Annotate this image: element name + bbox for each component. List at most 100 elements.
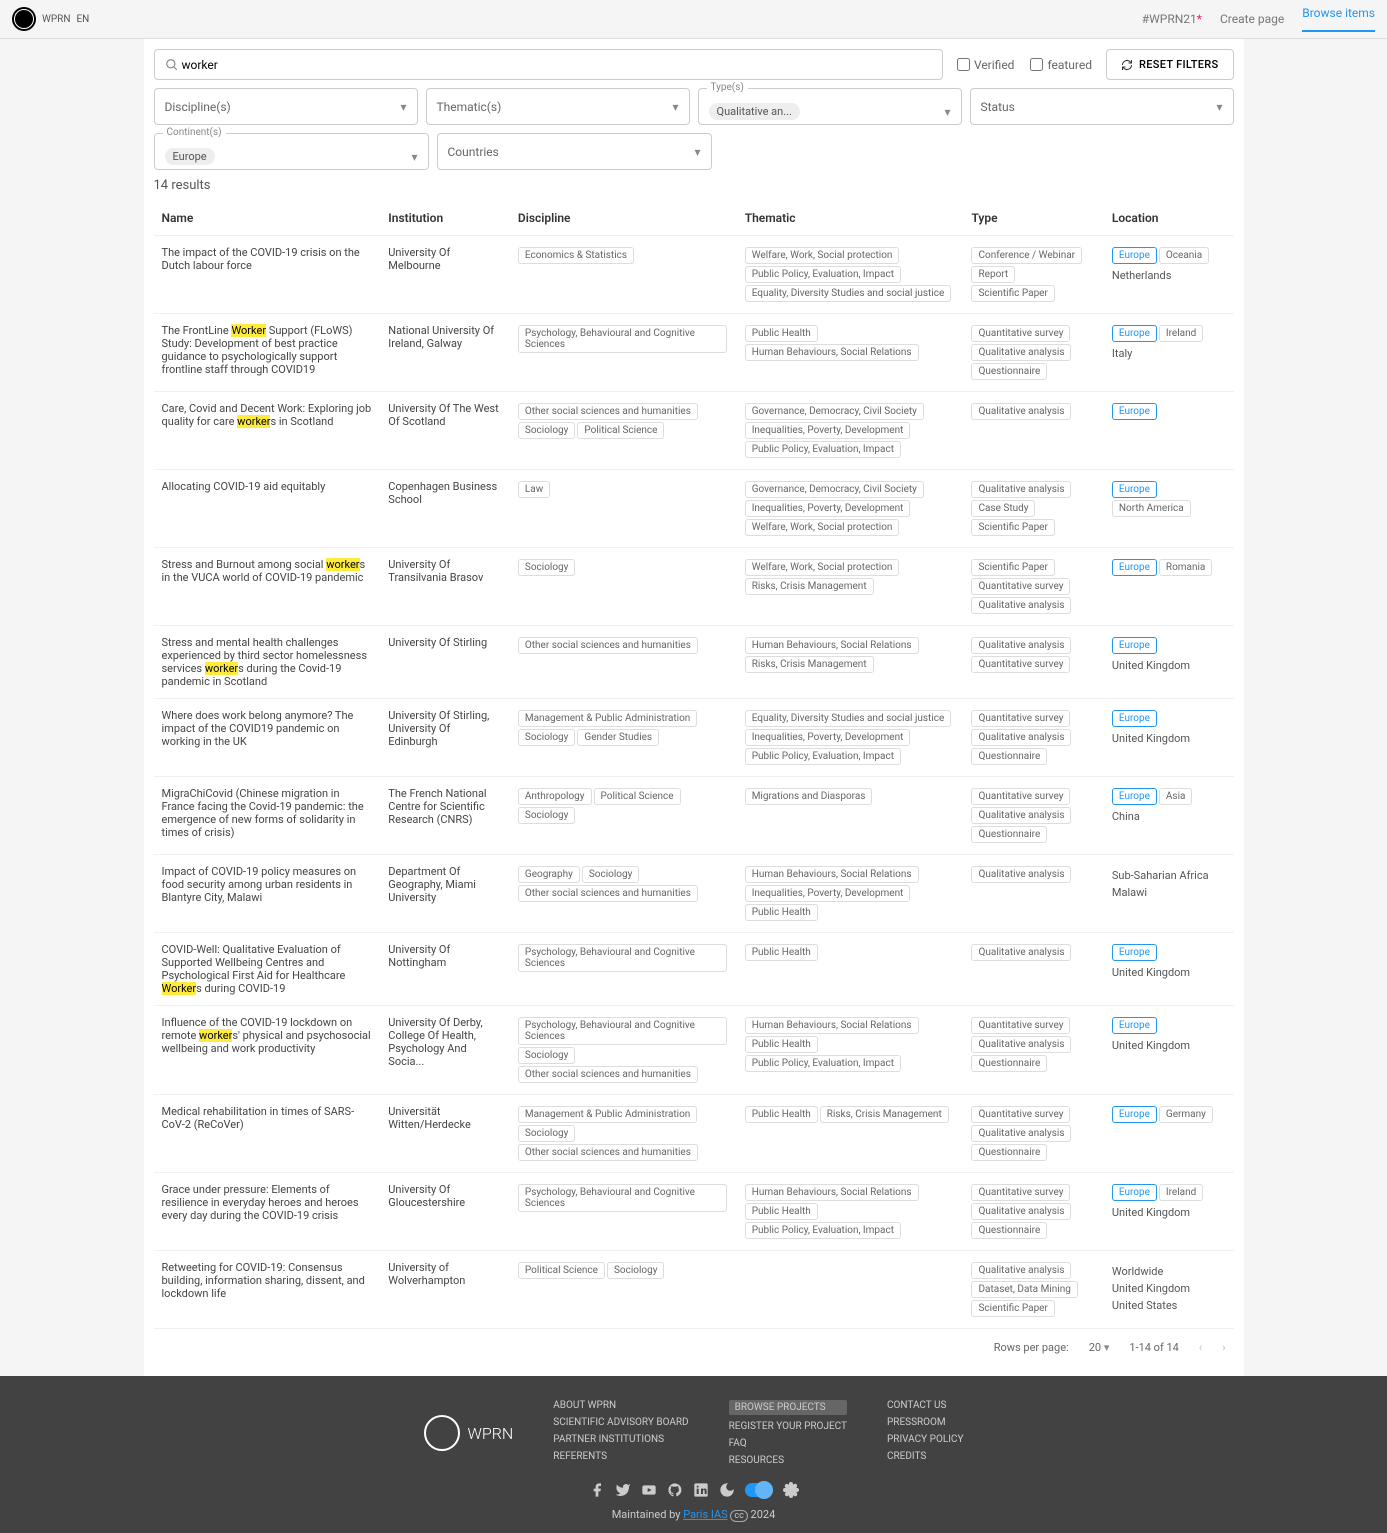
tag[interactable]: Qualitative analysis: [971, 481, 1071, 498]
twitter-icon[interactable]: [615, 1482, 631, 1498]
reset-filters-button[interactable]: RESET FILTERS: [1106, 49, 1233, 80]
tag[interactable]: Conference / Webinar: [971, 247, 1082, 264]
github-icon[interactable]: [667, 1482, 683, 1498]
location-tag[interactable]: Europe: [1112, 325, 1157, 342]
tag[interactable]: Other social sciences and humanities: [518, 1144, 698, 1161]
tag[interactable]: Sociology: [518, 422, 576, 439]
nav-wprn21[interactable]: #WPRN21*: [1142, 12, 1202, 26]
tag[interactable]: Sociology: [518, 1047, 576, 1064]
prev-page-button[interactable]: ‹: [1199, 1341, 1202, 1354]
location-tag[interactable]: Europe: [1112, 788, 1157, 805]
tag[interactable]: Inequalities, Poverty, Development: [745, 500, 911, 517]
rows-per-page-select[interactable]: 20 ▾: [1089, 1341, 1110, 1354]
tag[interactable]: Governance, Democracy, Civil Society: [745, 403, 924, 420]
tag[interactable]: Public Policy, Evaluation, Impact: [745, 1222, 901, 1239]
table-row[interactable]: MigraChiCovid (Chinese migration in Fran…: [154, 777, 1234, 855]
tag[interactable]: Scientific Paper: [971, 1300, 1054, 1317]
tag[interactable]: Public Health: [745, 1106, 818, 1123]
location-tag[interactable]: Europe: [1112, 710, 1157, 727]
tag[interactable]: Psychology, Behavioural and Cognitive Sc…: [518, 1017, 727, 1045]
tag[interactable]: Inequalities, Poverty, Development: [745, 422, 911, 439]
tag[interactable]: Qualitative analysis: [971, 1036, 1071, 1053]
tag[interactable]: Sociology: [518, 807, 576, 824]
table-row[interactable]: Care, Covid and Decent Work: Exploring j…: [154, 392, 1234, 470]
countries-select[interactable]: Countries▾: [437, 133, 712, 170]
tag[interactable]: Quantitative survey: [971, 1017, 1070, 1034]
location-tag[interactable]: Oceania: [1159, 247, 1209, 264]
tag[interactable]: Human Behaviours, Social Relations: [745, 866, 919, 883]
tag[interactable]: Quantitative survey: [971, 656, 1070, 673]
tag[interactable]: Qualitative analysis: [971, 344, 1071, 361]
tag[interactable]: Human Behaviours, Social Relations: [745, 637, 919, 654]
tag[interactable]: Report: [971, 266, 1015, 283]
tag[interactable]: Public Policy, Evaluation, Impact: [745, 748, 901, 765]
table-row[interactable]: Impact of COVID-19 policy measures on fo…: [154, 855, 1234, 933]
tag[interactable]: Management & Public Administration: [518, 1106, 697, 1123]
footer-link[interactable]: REGISTER YOUR PROJECT: [729, 1421, 847, 1432]
tag[interactable]: Political Science: [594, 788, 681, 805]
tag[interactable]: Qualitative analysis: [971, 729, 1071, 746]
table-row[interactable]: Allocating COVID-19 aid equitablyCopenha…: [154, 470, 1234, 548]
footer-logo[interactable]: WPRN: [424, 1400, 514, 1466]
location-tag[interactable]: North America: [1112, 500, 1191, 517]
tag[interactable]: Psychology, Behavioural and Cognitive Sc…: [518, 325, 727, 353]
tag[interactable]: Geography: [518, 866, 580, 883]
th-institution[interactable]: Institution: [380, 201, 510, 236]
nav-create-page[interactable]: Create page: [1220, 12, 1284, 26]
tag[interactable]: Other social sciences and humanities: [518, 885, 698, 902]
tag[interactable]: Risks, Crisis Management: [745, 578, 874, 595]
youtube-icon[interactable]: [641, 1482, 657, 1498]
tag[interactable]: Qualitative analysis: [971, 1125, 1071, 1142]
table-row[interactable]: Medical rehabilitation in times of SARS-…: [154, 1095, 1234, 1173]
location-tag[interactable]: Ireland: [1159, 325, 1203, 342]
gear-icon[interactable]: [783, 1482, 799, 1498]
moon-icon[interactable]: [719, 1482, 735, 1498]
tag[interactable]: Other social sciences and humanities: [518, 1066, 698, 1083]
tag[interactable]: Risks, Crisis Management: [745, 656, 874, 673]
tag[interactable]: Public Health: [745, 904, 818, 921]
tag[interactable]: Risks, Crisis Management: [820, 1106, 949, 1123]
brand-logo[interactable]: WPRN EN: [12, 7, 89, 31]
tag[interactable]: Governance, Democracy, Civil Society: [745, 481, 924, 498]
tag[interactable]: Public Policy, Evaluation, Impact: [745, 266, 901, 283]
th-name[interactable]: Name: [154, 201, 381, 236]
tag[interactable]: Quantitative survey: [971, 710, 1070, 727]
footer-link[interactable]: BROWSE PROJECTS: [729, 1400, 847, 1415]
tag[interactable]: Law: [518, 481, 550, 498]
tag[interactable]: Management & Public Administration: [518, 710, 697, 727]
footer-link[interactable]: REFERENTS: [553, 1451, 688, 1462]
table-row[interactable]: The impact of the COVID-19 crisis on the…: [154, 236, 1234, 314]
tag[interactable]: Human Behaviours, Social Relations: [745, 1017, 919, 1034]
th-discipline[interactable]: Discipline: [510, 201, 737, 236]
tag[interactable]: Qualitative analysis: [971, 637, 1071, 654]
tag[interactable]: Sociology: [518, 729, 576, 746]
status-select[interactable]: Status▾: [970, 88, 1234, 125]
tag[interactable]: Qualitative analysis: [971, 1262, 1071, 1279]
location-tag[interactable]: Europe: [1112, 1017, 1157, 1034]
linkedin-icon[interactable]: [693, 1482, 709, 1498]
tag[interactable]: Questionnaire: [971, 363, 1047, 380]
tag[interactable]: Public Health: [745, 325, 818, 342]
th-location[interactable]: Location: [1104, 201, 1234, 236]
tag[interactable]: Qualitative analysis: [971, 944, 1071, 961]
tag[interactable]: Sociology: [518, 559, 576, 576]
tag[interactable]: Welfare, Work, Social protection: [745, 247, 900, 264]
tag[interactable]: Public Health: [745, 944, 818, 961]
tag[interactable]: Political Science: [518, 1262, 605, 1279]
location-tag[interactable]: Germany: [1159, 1106, 1213, 1123]
featured-checkbox[interactable]: featured: [1030, 58, 1092, 72]
location-tag[interactable]: Europe: [1112, 944, 1157, 961]
footer-link[interactable]: ABOUT WPRN: [553, 1400, 688, 1411]
tag[interactable]: Qualitative analysis: [971, 807, 1071, 824]
table-row[interactable]: Stress and Burnout among social workers …: [154, 548, 1234, 626]
tag[interactable]: Welfare, Work, Social protection: [745, 519, 900, 536]
footer-link[interactable]: PRESSROOM: [887, 1417, 963, 1428]
tag[interactable]: Gender Studies: [577, 729, 659, 746]
tag[interactable]: Questionnaire: [971, 1222, 1047, 1239]
theme-toggle[interactable]: [745, 1483, 773, 1497]
table-row[interactable]: COVID-Well: Qualitative Evaluation of Su…: [154, 933, 1234, 1006]
table-row[interactable]: Where does work belong anymore? The impa…: [154, 699, 1234, 777]
nav-browse-items[interactable]: Browse items: [1302, 6, 1375, 32]
paris-ias-link[interactable]: Paris IAS: [683, 1508, 727, 1521]
table-row[interactable]: Retweeting for COVID-19: Consensus build…: [154, 1251, 1234, 1329]
